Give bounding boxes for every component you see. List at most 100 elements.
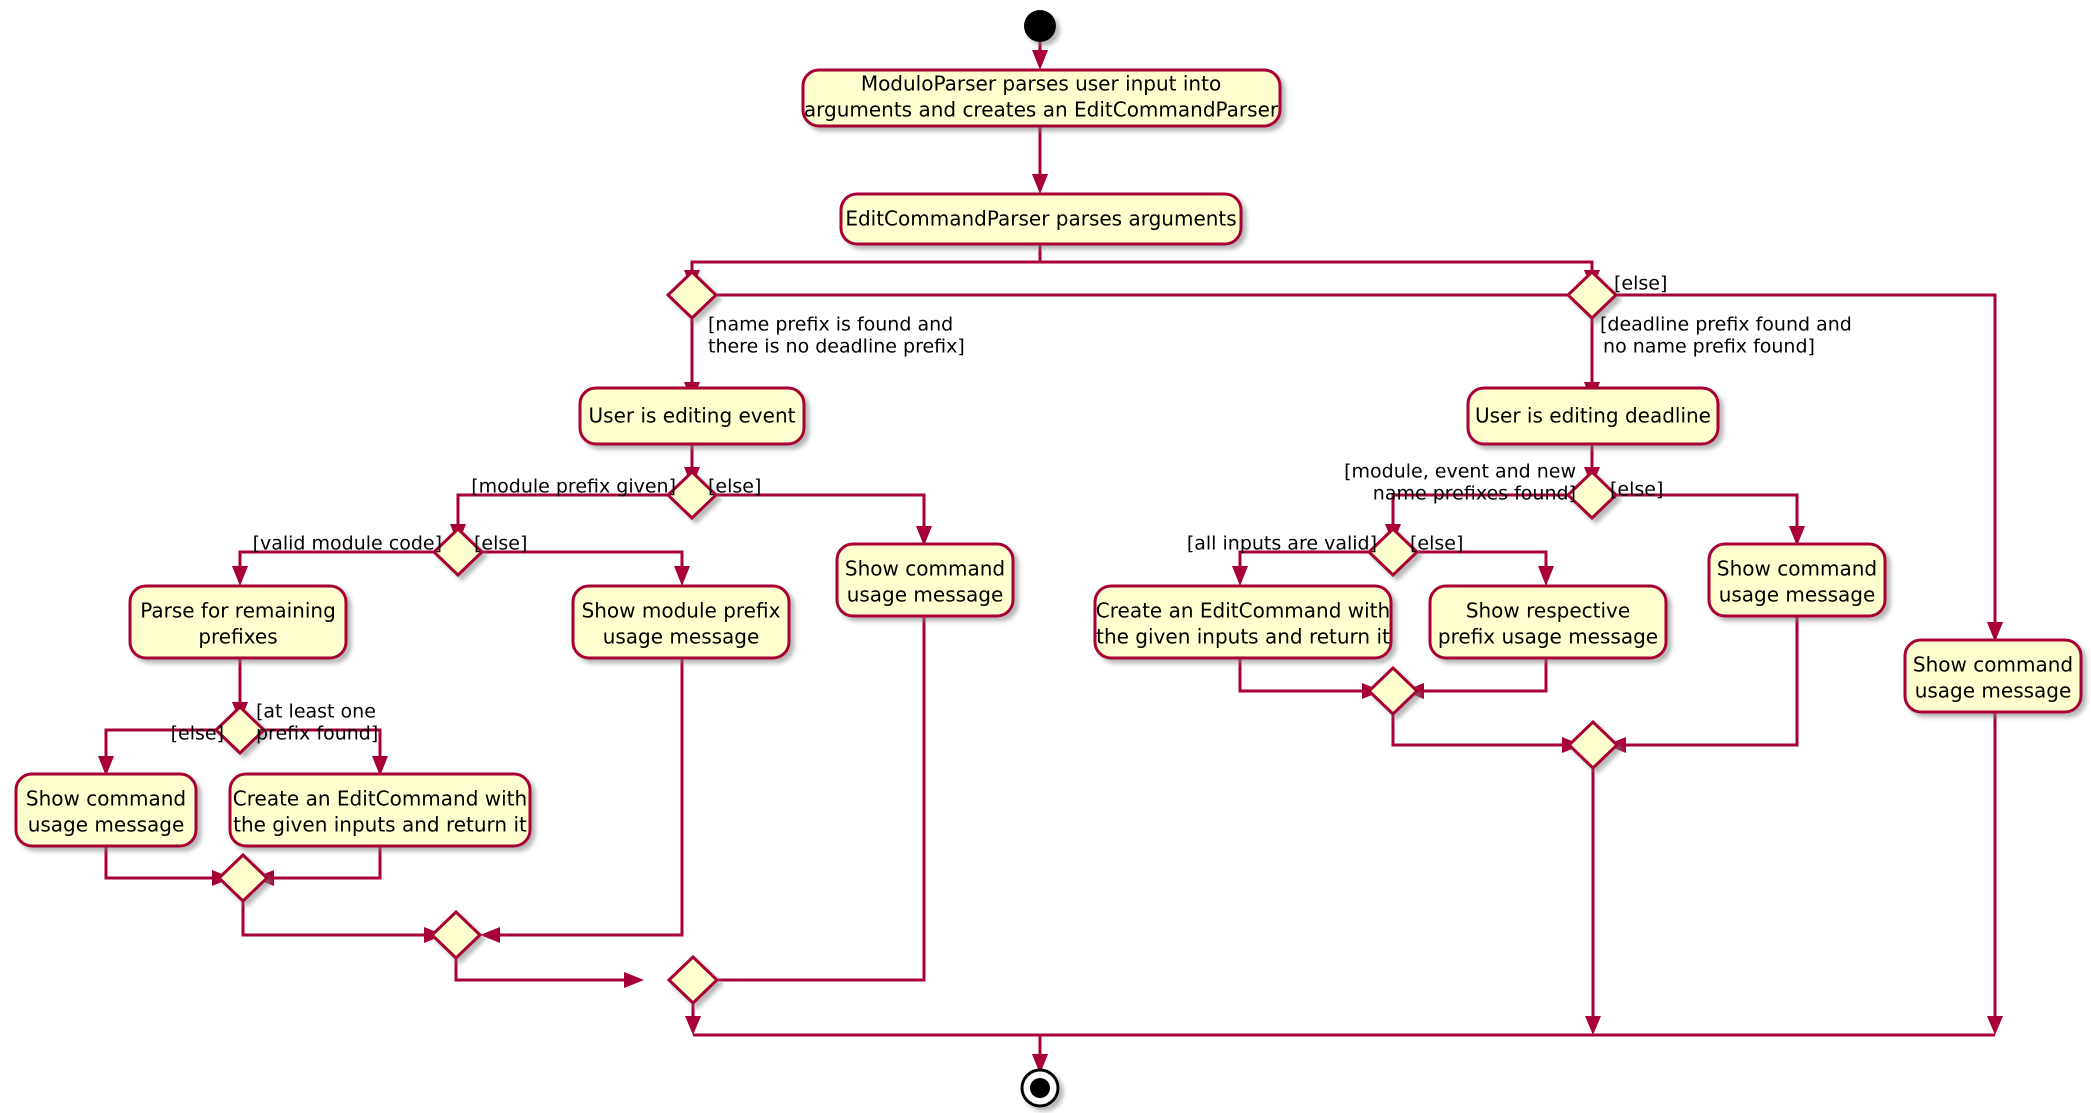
arrowhead-a1-a2 — [1032, 174, 1048, 194]
guard-deadline-prefix-found-line1: [deadline prefix found and — [1600, 314, 1852, 336]
activity-show-command-usage-deadline-else-line2: usage message — [1719, 583, 1876, 607]
guard-deadline-prefixes-else: [else] — [1610, 479, 1663, 501]
guard-deadline-prefixes-found-line1: [module, event and new — [1344, 461, 1576, 483]
activity-show-command-usage-event-else-line1: Show command — [845, 557, 1005, 581]
edge-d4-else-to-a6 — [482, 550, 684, 572]
activity-create-editcommand-deadline-line2: the given inputs and return it — [1096, 625, 1390, 649]
edge-d7-else-to-a11 — [1417, 550, 1548, 572]
edge-a2-to-branch — [690, 244, 1042, 276]
guard-deadline-prefix-found: [deadline prefix found and no name prefi… — [1600, 314, 1852, 358]
activity-show-command-usage-event-else: Show command usage message — [835, 542, 1015, 618]
activity-show-command-usage-event-else-line2: usage message — [847, 583, 1004, 607]
activity-user-editing-event-line1: User is editing event — [589, 404, 796, 428]
activity-modulo-parser-line2: arguments and creates an EditCommandPars… — [804, 98, 1279, 122]
guard-valid-module-else: [else] — [474, 533, 527, 555]
arrowhead-m3-bottom — [685, 1016, 701, 1035]
activity-parse-remaining-prefixes-line1: Parse for remaining — [140, 599, 336, 623]
merge-deadline-branch — [1566, 719, 1620, 771]
guard-at-least-one-prefix: [at least one prefix found] — [256, 701, 378, 745]
activity-show-command-usage-deadline-else: Show command usage message — [1707, 542, 1887, 618]
edge-m4-to-m5 — [1391, 714, 1568, 747]
guard-at-least-one-prefix-line2: prefix found] — [256, 723, 378, 745]
activity-show-command-usage-deadline-else-line1: Show command — [1717, 557, 1877, 581]
guard-module-prefix-else: [else] — [708, 476, 761, 498]
activity-parse-remaining-prefixes: Parse for remaining prefixes — [128, 584, 348, 660]
edge-d4-left-to-a5 — [238, 550, 434, 572]
edge-m1-to-m2 — [241, 901, 430, 937]
guard-all-inputs-valid-else-line1: [else] — [1410, 533, 1463, 555]
guard-at-least-one-prefix-line1: [at least one — [256, 701, 376, 723]
guard-deadline-prefixes-found-line2: name prefixes found] — [1373, 483, 1576, 505]
activity-show-respective-prefix-usage: Show respective prefix usage message — [1428, 584, 1668, 660]
decision-name-prefix — [665, 269, 719, 321]
arrowhead-d7-a10 — [1232, 566, 1248, 586]
start-node — [1024, 10, 1056, 42]
edge-d3-left-to-d4 — [456, 493, 668, 530]
arrowhead-m5-bottom — [1585, 1016, 1601, 1035]
activity-show-command-usage-no-prefix-line1: Show command — [26, 787, 186, 811]
guard-outer-else: [else] — [1614, 273, 1667, 295]
uml-activity-diagram: ModuloParser parses user input into argu… — [14, 10, 2083, 1108]
arrowhead-start-a1 — [1032, 50, 1048, 70]
guard-all-inputs-valid: [all inputs are valid] — [1187, 533, 1377, 555]
merge-module-branch — [429, 909, 483, 961]
activity-user-editing-deadline: User is editing deadline — [1466, 386, 1720, 446]
edge-d3-else-to-a7 — [716, 493, 926, 532]
merge-event-branch — [666, 954, 720, 1006]
activity-parse-remaining-prefixes-line2: prefixes — [198, 625, 277, 649]
activity-diagram-canvas: ModuloParser parses user input into argu… — [0, 0, 2091, 1113]
activity-user-editing-deadline-line1: User is editing deadline — [1475, 404, 1711, 428]
guard-all-inputs-valid-else: [else] — [1410, 533, 1463, 555]
arrowhead-m2-m3 — [624, 972, 644, 988]
guard-name-prefix-found-line1: [name prefix is found and — [708, 314, 953, 336]
guard-name-prefix-found-line2: there is no deadline prefix] — [708, 336, 965, 358]
guard-at-least-one-prefix-else: [else] — [171, 723, 224, 745]
edge-m2-to-m3 — [454, 958, 630, 982]
edge-a2-to-branch-right — [1040, 260, 1594, 276]
guard-module-prefix-else-line1: [else] — [708, 476, 761, 498]
activity-show-command-usage-no-prefix: Show command usage message — [14, 772, 198, 848]
arrowhead-d4-a5 — [232, 566, 248, 586]
end-node — [1020, 1068, 1060, 1108]
guard-deadline-prefixes-found: [module, event and new name prefixes fou… — [1344, 461, 1576, 505]
guard-module-prefix-given-line1: [module prefix given] — [471, 476, 676, 498]
arrowhead-d7-a11 — [1538, 566, 1554, 586]
activity-user-editing-event: User is editing event — [578, 386, 806, 446]
activity-create-editcommand-event-line2: the given inputs and return it — [233, 813, 527, 837]
activity-create-editcommand-event-line1: Create an EditCommand with — [233, 787, 527, 811]
arrowhead-d4-a6 — [674, 566, 690, 586]
arrowhead-a13-bottom — [1987, 1016, 2003, 1035]
guard-deadline-prefix-found-line2: no name prefix found] — [1603, 336, 1815, 358]
arrowhead-a6-m2 — [480, 927, 500, 943]
edge-d7-left-to-a10 — [1238, 550, 1369, 572]
activity-create-editcommand-deadline-line1: Create an EditCommand with — [1096, 599, 1390, 623]
activity-editcommandparser-parses-line1: EditCommandParser parses arguments — [845, 207, 1236, 231]
guard-name-prefix-found: [name prefix is found and there is no de… — [708, 314, 965, 358]
activity-show-command-usage-no-prefix-line2: usage message — [28, 813, 185, 837]
guard-module-prefix-given: [module prefix given] — [471, 476, 676, 498]
activity-show-module-prefix-usage-line1: Show module prefix — [582, 599, 781, 623]
edge-d6-else-to-a12 — [1616, 493, 1799, 532]
activity-create-editcommand-deadline: Create an EditCommand with the given inp… — [1093, 584, 1393, 660]
activity-show-respective-prefix-usage-line1: Show respective — [1466, 599, 1630, 623]
merge-deadline-create-or-usage — [1366, 665, 1420, 717]
activity-show-command-usage-outer-else: Show command usage message — [1903, 638, 2083, 714]
guard-valid-module-code: [valid module code] — [253, 533, 442, 555]
guard-deadline-prefixes-else-line1: [else] — [1610, 479, 1663, 501]
decision-deadline-prefix — [1565, 269, 1619, 321]
guard-valid-module-else-line1: [else] — [474, 533, 527, 555]
activity-show-respective-prefix-usage-line2: prefix usage message — [1438, 625, 1658, 649]
guard-at-least-one-prefix-else-line1: [else] — [171, 723, 224, 745]
guard-outer-else-line1: [else] — [1614, 273, 1667, 295]
activity-editcommandparser-parses: EditCommandParser parses arguments — [839, 192, 1243, 246]
edge-a10-to-m4 — [1238, 657, 1368, 693]
activity-create-editcommand-event: Create an EditCommand with the given inp… — [228, 772, 532, 848]
activity-show-command-usage-outer-else-line1: Show command — [1913, 653, 2073, 677]
activity-modulo-parser: ModuloParser parses user input into argu… — [801, 68, 1282, 128]
guard-valid-module-code-line1: [valid module code] — [253, 533, 442, 555]
edge-a11-to-m4 — [1418, 657, 1548, 693]
activity-show-module-prefix-usage: Show module prefix usage message — [571, 584, 791, 660]
merge-event-create-or-usage — [216, 852, 270, 904]
guard-all-inputs-valid-line1: [all inputs are valid] — [1187, 533, 1377, 555]
activity-show-command-usage-outer-else-line2: usage message — [1915, 679, 2072, 703]
